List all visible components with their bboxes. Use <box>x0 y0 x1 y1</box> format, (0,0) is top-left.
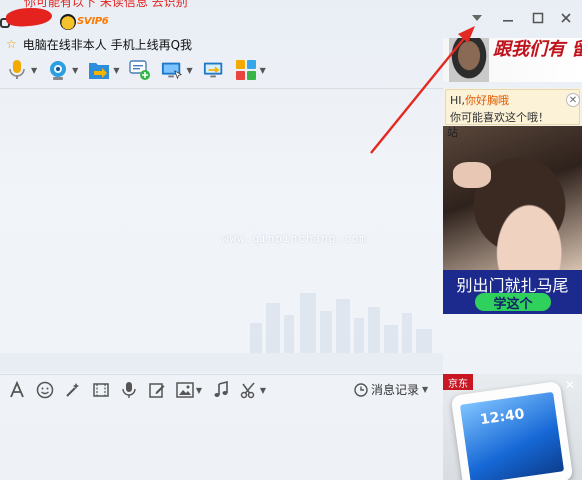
input-divider <box>0 374 443 375</box>
chevron-down-icon[interactable]: ▼ <box>260 66 266 75</box>
edit-icon[interactable] <box>146 379 168 401</box>
voice-call-button[interactable]: ▼ <box>6 59 37 81</box>
chevron-down-icon[interactable]: ▼ <box>422 385 428 394</box>
message-history-label: 消息记录 <box>371 383 420 397</box>
minimize-icon[interactable] <box>499 10 517 26</box>
top-ad-banner[interactable]: 跟我们有 留不住 <box>443 38 582 82</box>
window-controls <box>468 10 582 26</box>
voice-message-icon[interactable] <box>118 379 140 401</box>
webcam-icon <box>47 59 69 81</box>
microphone-icon <box>6 59 28 81</box>
phone-screen: 12:40 <box>459 391 565 480</box>
ad-hand-shape <box>453 162 491 188</box>
signature-text: 电脑在线非本人 手机上线再Q我 <box>22 37 193 52</box>
remote-desktop-button[interactable]: ▼ <box>161 59 193 81</box>
emoji-icon[interactable] <box>34 379 56 401</box>
apps-button[interactable]: ▼ <box>235 59 266 81</box>
screenshot-film-icon[interactable] <box>90 379 112 401</box>
redacted-nickname <box>5 6 53 28</box>
font-icon[interactable] <box>6 379 28 401</box>
share-screen-button[interactable] <box>203 59 225 81</box>
close-icon[interactable]: ✕ <box>566 93 580 107</box>
ad-site-tag: 站 <box>447 126 458 139</box>
top-ad-text: 跟我们有 留不住 <box>493 39 582 60</box>
ad-photo <box>443 126 582 270</box>
close-icon[interactable]: ✕ <box>563 378 577 392</box>
chevron-down-icon[interactable]: ▼ <box>186 66 192 75</box>
chevron-down-icon[interactable]: ▼ <box>113 66 119 75</box>
phone-time: 12:40 <box>479 406 526 429</box>
music-icon[interactable] <box>210 379 232 401</box>
title-bar: 你可能有以下 未读信息 去识别 SVIP6 <box>0 0 443 34</box>
scissors-icon[interactable]: ▼ <box>238 379 268 401</box>
side-ad[interactable]: HI,你好胸哦 你可能喜欢这个哦！ ✕ 站 别出门就扎马尾 学这个 <box>443 88 582 314</box>
skyline-background <box>0 293 443 373</box>
ad-learn-button[interactable]: 学这个 <box>475 293 551 312</box>
clock-icon <box>354 382 368 397</box>
message-input[interactable] <box>0 404 443 480</box>
chat-toolbar: ▼ ▼ ▼ ▼ ▼ <box>6 56 276 84</box>
image-icon[interactable]: ▼ <box>174 379 204 401</box>
penguin-icon <box>60 14 76 30</box>
ad-portrait-image <box>449 38 489 82</box>
signature-row: ☆ 电脑在线非本人 手机上线再Q我 <box>6 36 192 52</box>
status-text: 你可能有以下 未读信息 去识别 <box>24 0 188 9</box>
ad-tooltip-line1: HI,你好胸哦 <box>450 92 509 108</box>
chevron-down-icon[interactable]: ▼ <box>31 66 37 75</box>
add-discussion-icon <box>129 59 151 81</box>
message-history-button[interactable]: 消息记录 ▼ <box>354 381 428 398</box>
ad-tooltip-highlight: 你好胸哦 <box>465 94 510 107</box>
svip-badge[interactable]: SVIP6 <box>60 14 110 30</box>
ad-banner[interactable]: 别出门就扎马尾 学这个 <box>443 270 582 314</box>
chevron-down-icon[interactable]: ▼ <box>72 66 78 75</box>
magic-wand-icon[interactable] <box>62 379 84 401</box>
ad-tooltip-line2: 你可能喜欢这个哦！ <box>450 111 549 124</box>
share-screen-icon <box>203 59 225 81</box>
ad-phone-image: 12:40 <box>450 380 574 480</box>
jd-badge: 京东 <box>443 374 473 390</box>
folder-transfer-icon <box>88 59 110 81</box>
remote-desktop-icon <box>161 59 183 81</box>
ad-tooltip: HI,你好胸哦 你可能喜欢这个哦！ ✕ <box>445 89 580 125</box>
chevron-down-icon[interactable] <box>468 10 486 26</box>
maximize-icon[interactable] <box>529 10 547 26</box>
message-area[interactable] <box>0 89 443 373</box>
ad-tooltip-prefix: HI, <box>450 94 466 107</box>
bottom-ad[interactable]: 12:40 京东 ✕ <box>443 374 582 480</box>
group-chat-button[interactable] <box>129 59 151 81</box>
star-icon: ☆ <box>6 37 17 51</box>
close-icon[interactable] <box>557 10 575 26</box>
svip-label: SVIP6 <box>77 16 109 27</box>
watermark-text: www.qinpinchang.com <box>222 232 367 245</box>
app-grid-icon <box>235 59 257 81</box>
video-call-button[interactable]: ▼ <box>47 59 78 81</box>
file-transfer-button[interactable]: ▼ <box>88 59 119 81</box>
